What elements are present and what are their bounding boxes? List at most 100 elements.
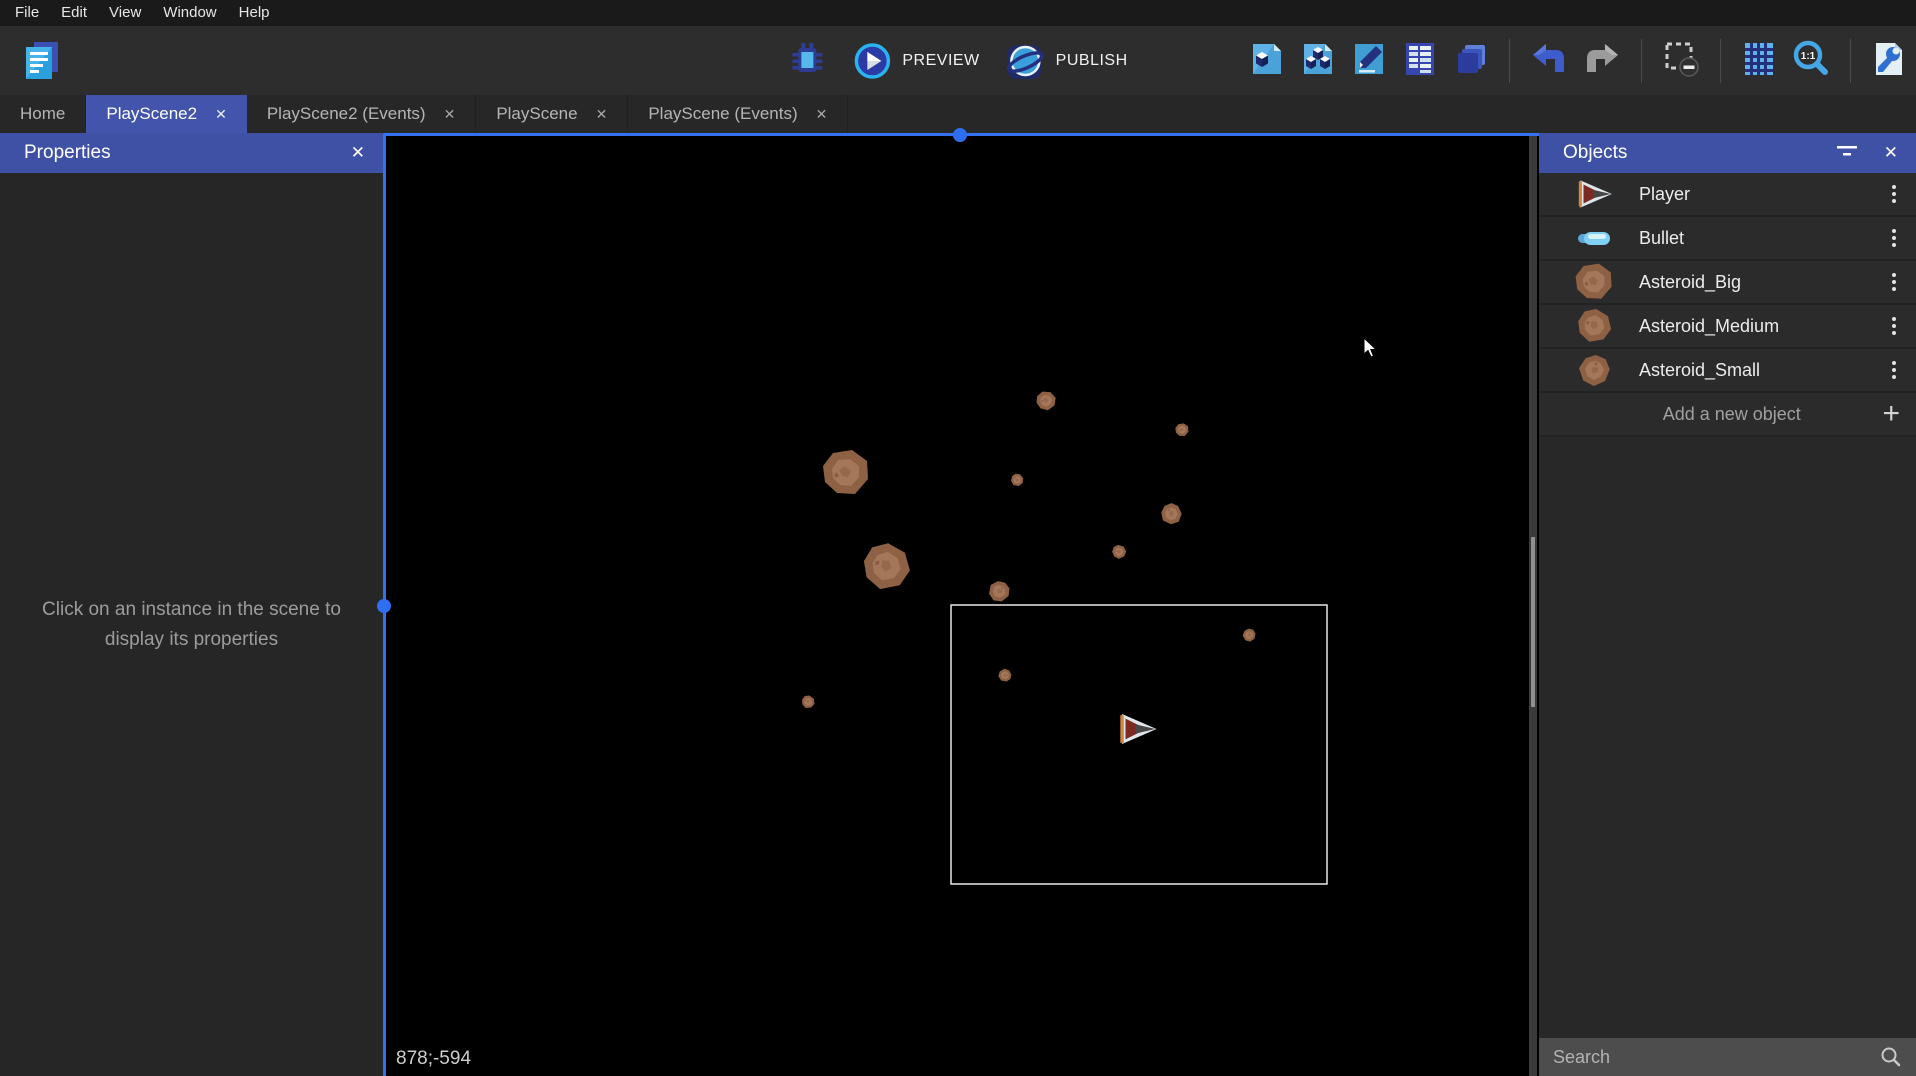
objects-editor-button[interactable] (1248, 40, 1286, 81)
instance-asteroid_small[interactable] (997, 667, 1013, 683)
toolbar-separator (1641, 39, 1642, 83)
instance-asteroid_big[interactable] (823, 450, 868, 494)
search-icon (1880, 1046, 1902, 1068)
tab-playscene2-events[interactable]: PlayScene2 (Events) ✕ (247, 95, 476, 133)
filter-button[interactable] (1836, 145, 1858, 162)
project-manager-button[interactable] (22, 40, 62, 85)
menu-edit[interactable]: Edit (50, 0, 98, 26)
close-icon[interactable]: ✕ (444, 107, 456, 121)
undo-icon (1529, 40, 1569, 78)
menu-file[interactable]: File (4, 0, 50, 26)
layers-editor-button[interactable] (1452, 40, 1490, 81)
asteroid-thumbnail (1575, 354, 1613, 386)
scene-svg[interactable] (386, 136, 1539, 1076)
objects-editor-icon (1248, 40, 1286, 78)
object-label: Asteroid_Medium (1639, 316, 1888, 337)
vertical-scroll-thumb[interactable] (377, 599, 391, 613)
instances-list-button[interactable] (1401, 40, 1439, 81)
object-label: Asteroid_Small (1639, 360, 1888, 381)
properties-editor-icon (1350, 40, 1388, 78)
grid-icon (1740, 40, 1778, 78)
object-groups-icon (1299, 40, 1337, 78)
canvas-scrollbar-thumb[interactable] (1531, 537, 1535, 707)
delete-selection-button[interactable] (1661, 39, 1701, 82)
canvas-scrollbar-track[interactable] (1529, 136, 1537, 1076)
object-row-bullet[interactable]: Bullet (1539, 217, 1916, 261)
properties-editor-button[interactable] (1350, 40, 1388, 81)
object-menu-icon[interactable] (1888, 357, 1900, 383)
toolbar-right: 1:1 (1248, 26, 1908, 95)
toolbar-separator (1720, 39, 1721, 83)
publish-label: PUBLISH (1056, 52, 1128, 70)
objects-searchbar (1539, 1038, 1916, 1076)
grid-button[interactable] (1740, 40, 1778, 81)
tab-home[interactable]: Home (0, 95, 86, 133)
object-label: Asteroid_Big (1639, 272, 1888, 293)
instance-asteroid_medium[interactable] (1159, 501, 1183, 526)
publish-button[interactable]: PUBLISH (1006, 41, 1128, 81)
object-row-asteroid-big[interactable]: Asteroid_Big (1539, 261, 1916, 305)
toolbar-separator (1509, 39, 1510, 83)
menu-window[interactable]: Window (152, 0, 227, 26)
properties-panel: Properties ✕ Click on an instance in the… (0, 133, 383, 1076)
zoom-original-button[interactable]: 1:1 (1791, 39, 1831, 82)
undo-button[interactable] (1529, 40, 1569, 81)
cursor-coordinates: 878;-594 (396, 1048, 471, 1070)
close-icon[interactable]: ✕ (816, 107, 828, 121)
close-icon[interactable]: ✕ (215, 107, 227, 121)
plus-icon[interactable]: + (1882, 399, 1900, 429)
bullet-thumbnail (1575, 228, 1613, 248)
game-resolution-frame (951, 605, 1327, 884)
menu-view[interactable]: View (98, 0, 152, 26)
preview-button[interactable]: PREVIEW (852, 41, 979, 81)
scene-properties-icon (1870, 40, 1908, 78)
object-groups-button[interactable] (1299, 40, 1337, 81)
add-object-label: Add a new object (1555, 404, 1882, 425)
add-object-row[interactable]: Add a new object + (1539, 393, 1916, 437)
instance-asteroid_medium[interactable] (1035, 390, 1057, 412)
object-label: Bullet (1639, 228, 1888, 249)
close-icon[interactable]: ✕ (351, 143, 365, 163)
layers-editor-icon (1452, 40, 1490, 78)
tab-playscene[interactable]: PlayScene ✕ (476, 95, 628, 133)
object-row-asteroid-medium[interactable]: Asteroid_Medium (1539, 305, 1916, 349)
object-row-player[interactable]: Player (1539, 173, 1916, 217)
instance-asteroid_big[interactable] (855, 535, 918, 597)
asteroid-thumbnail (1575, 263, 1613, 301)
objects-panel: Objects ✕ Player (1539, 133, 1916, 1076)
scene-properties-button[interactable] (1870, 40, 1908, 81)
gdevelop-window: File Edit View Window Help (0, 0, 1916, 1076)
scene-editor-canvas[interactable]: 878;-594 (383, 133, 1539, 1076)
objects-panel-empty-space (1539, 437, 1916, 1038)
instance-asteroid_small[interactable] (1241, 627, 1257, 643)
properties-panel-title: Properties (24, 142, 111, 164)
player-ship-thumbnail (1575, 179, 1613, 209)
instance-asteroid_small[interactable] (1175, 423, 1188, 436)
close-icon[interactable]: ✕ (596, 107, 608, 121)
objects-panel-header: Objects ✕ (1539, 133, 1916, 173)
menu-help[interactable]: Help (228, 0, 281, 26)
toolbar-center: PREVIEW PUBLISH (788, 26, 1127, 95)
instance-asteroid_medium[interactable] (986, 578, 1013, 605)
play-icon (852, 41, 892, 81)
menubar: File Edit View Window Help (0, 0, 1916, 26)
instance-asteroid_small[interactable] (799, 693, 817, 711)
horizontal-scroll-thumb[interactable] (953, 128, 967, 142)
tab-playscene2[interactable]: PlayScene2 ✕ (86, 95, 246, 133)
globe-icon (1006, 41, 1046, 81)
asteroid-thumbnail (1575, 309, 1613, 343)
object-menu-icon[interactable] (1888, 225, 1900, 251)
object-row-asteroid-small[interactable]: Asteroid_Small (1539, 349, 1916, 393)
instance-asteroid_small[interactable] (1009, 472, 1025, 488)
object-menu-icon[interactable] (1888, 269, 1900, 295)
redo-button[interactable] (1582, 40, 1622, 81)
object-menu-icon[interactable] (1888, 181, 1900, 207)
search-input[interactable] (1553, 1047, 1880, 1068)
debug-button[interactable] (788, 40, 826, 81)
instance-asteroid_small[interactable] (1110, 543, 1128, 561)
object-label: Player (1639, 184, 1888, 205)
object-menu-icon[interactable] (1888, 313, 1900, 339)
tab-playscene-events[interactable]: PlayScene (Events) ✕ (628, 95, 848, 133)
instance-player[interactable] (1120, 714, 1156, 744)
close-icon[interactable]: ✕ (1884, 143, 1898, 163)
